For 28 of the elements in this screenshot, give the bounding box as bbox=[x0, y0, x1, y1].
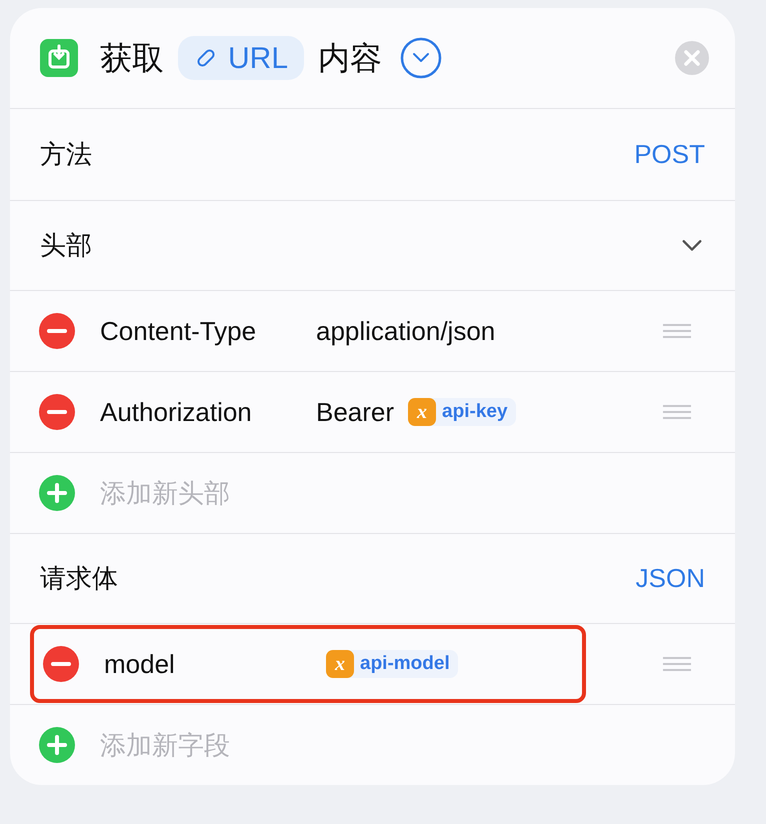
close-icon[interactable] bbox=[675, 41, 709, 75]
remove-icon[interactable] bbox=[42, 645, 80, 683]
add-icon[interactable] bbox=[38, 474, 76, 512]
drag-handle-icon[interactable] bbox=[663, 404, 691, 420]
method-value[interactable]: POST bbox=[634, 135, 705, 174]
variable-token[interactable]: x api-model bbox=[326, 650, 458, 678]
body-type-value[interactable]: JSON bbox=[636, 559, 705, 598]
expand-toggle-icon[interactable] bbox=[400, 37, 442, 79]
remove-icon[interactable] bbox=[38, 393, 76, 431]
remove-icon[interactable] bbox=[38, 312, 76, 350]
row-label: 请求体 bbox=[40, 562, 118, 595]
row-label: 方法 bbox=[40, 138, 92, 171]
url-token[interactable]: URL bbox=[178, 36, 304, 80]
drag-handle-icon[interactable] bbox=[663, 656, 691, 672]
row-label: 头部 bbox=[40, 229, 92, 262]
drag-handle-icon[interactable] bbox=[663, 323, 691, 339]
download-app-icon bbox=[40, 39, 78, 77]
action-title-text: 获取 bbox=[100, 39, 164, 78]
action-title-text: 内容 bbox=[318, 39, 382, 78]
header-value: application/json bbox=[316, 314, 496, 348]
add-field-button[interactable]: 添加新字段 bbox=[100, 726, 230, 764]
header-key: Content-Type bbox=[100, 312, 316, 350]
variable-token[interactable]: x api-key bbox=[408, 398, 516, 426]
add-icon[interactable] bbox=[38, 726, 76, 764]
header-value: Bearer bbox=[316, 396, 394, 428]
field-key: model bbox=[104, 644, 326, 684]
header-key: Authorization bbox=[100, 392, 316, 432]
add-header-button[interactable]: 添加新头部 bbox=[100, 474, 230, 512]
